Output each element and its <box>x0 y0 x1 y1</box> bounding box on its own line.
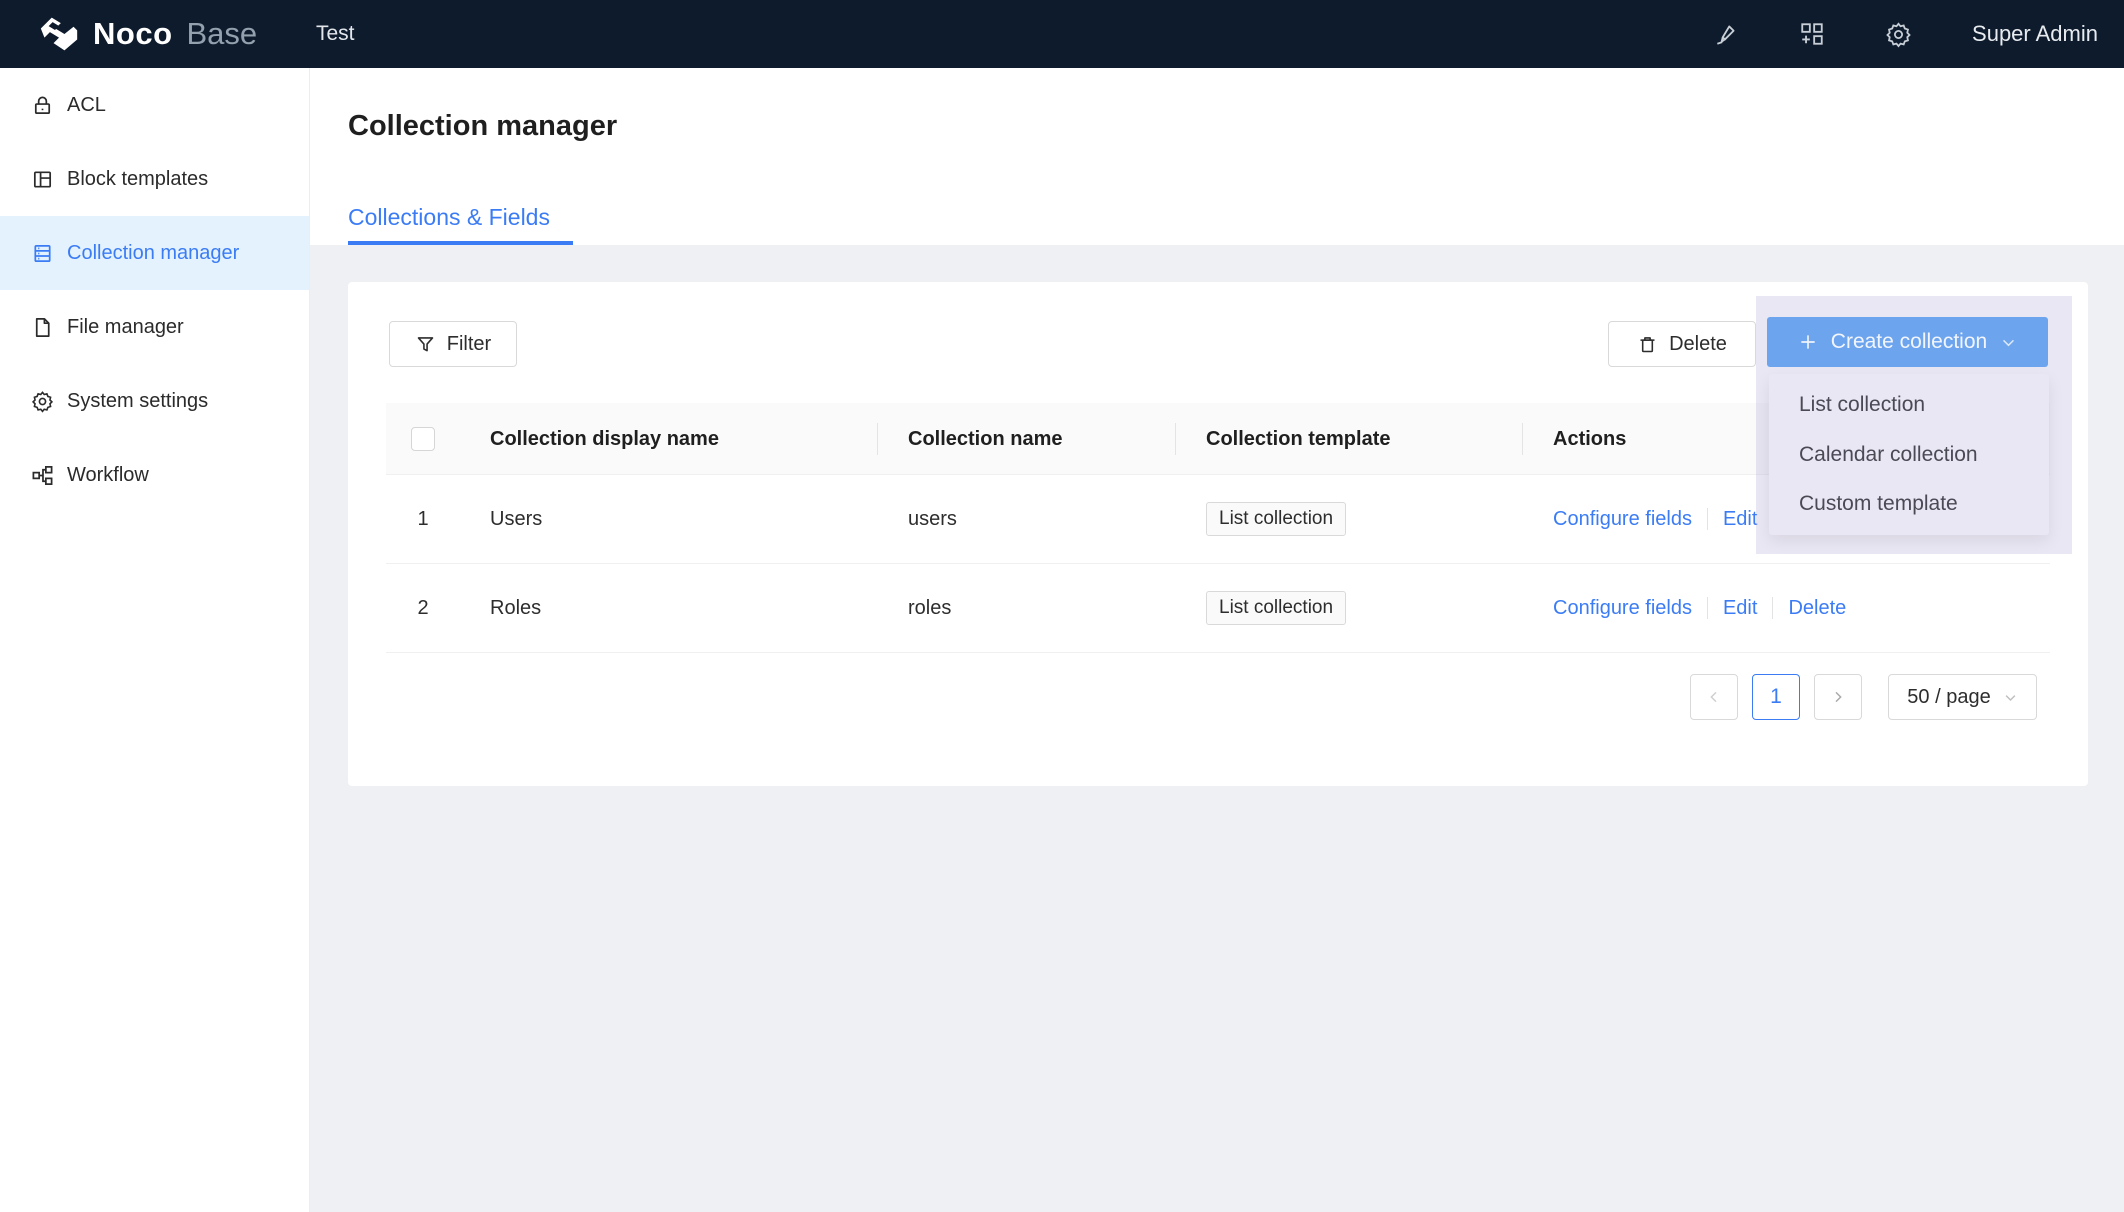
appstore-add-icon[interactable] <box>1799 21 1825 47</box>
brand-name-light: Base <box>187 16 258 52</box>
next-page-button[interactable] <box>1814 674 1862 720</box>
previous-page-button[interactable] <box>1690 674 1738 720</box>
column-header-name: Collection name <box>878 403 1176 475</box>
template-tag: List collection <box>1206 502 1346 536</box>
tab-collections-and-fields[interactable]: Collections & Fields <box>348 204 550 231</box>
action-divider <box>1772 597 1773 619</box>
chevron-down-icon <box>2003 690 2018 705</box>
chevron-down-icon <box>2000 334 2017 351</box>
sidebar-item-file-manager[interactable]: File manager <box>0 290 309 364</box>
cell-actions: Configure fields Edit Delete <box>1523 597 2050 620</box>
cell-display-name: Users <box>460 508 878 531</box>
sidebar-item-collection-manager[interactable]: Collection manager <box>0 216 309 290</box>
column-header-template: Collection template <box>1176 403 1523 475</box>
row-index: 2 <box>386 597 460 620</box>
active-tab-indicator <box>348 241 573 245</box>
edit-link[interactable]: Edit <box>1723 597 1757 620</box>
cell-template: List collection <box>1176 502 1523 536</box>
page-number-button[interactable]: 1 <box>1752 674 1800 720</box>
row-index: 1 <box>386 508 460 531</box>
main-content: Collection manager Collections & Fields … <box>310 68 2124 1212</box>
topbar-menu-item-test[interactable]: Test <box>306 22 365 45</box>
topbar-right: Super Admin <box>1713 0 2098 68</box>
chevron-left-icon <box>1706 689 1722 705</box>
configure-fields-link[interactable]: Configure fields <box>1553 597 1692 620</box>
column-header-display-name: Collection display name <box>460 403 878 475</box>
sidebar-item-label: Workflow <box>67 464 149 487</box>
file-icon <box>31 316 54 339</box>
sidebar-item-label: Block templates <box>67 168 208 191</box>
sidebar-item-label: System settings <box>67 390 208 413</box>
cell-template: List collection <box>1176 591 1523 625</box>
sidebar-item-acl[interactable]: ACL <box>0 68 309 142</box>
user-menu[interactable]: Super Admin <box>1972 21 2098 47</box>
template-tag: List collection <box>1206 591 1346 625</box>
page-size-value: 50 / page <box>1907 686 1990 709</box>
menu-item-calendar-collection[interactable]: Calendar collection <box>1769 430 2049 480</box>
action-divider <box>1707 508 1708 530</box>
select-all-cell <box>386 403 460 475</box>
delete-button-label: Delete <box>1669 333 1727 356</box>
action-divider <box>1707 597 1708 619</box>
filter-icon <box>415 334 436 355</box>
gear-icon <box>31 390 54 413</box>
configure-fields-link[interactable]: Configure fields <box>1553 508 1692 531</box>
cell-name: users <box>878 508 1176 531</box>
plus-icon <box>1798 332 1818 352</box>
sidebar: ACL Block templates Collection manager F… <box>0 68 310 1212</box>
select-all-checkbox[interactable] <box>411 427 435 451</box>
trash-icon <box>1637 334 1658 355</box>
sidebar-item-label: File manager <box>67 316 184 339</box>
page-header: Collection manager Collections & Fields <box>310 68 2124 245</box>
edit-link[interactable]: Edit <box>1723 508 1757 531</box>
sidebar-item-system-settings[interactable]: System settings <box>0 364 309 438</box>
brand[interactable]: Noco Base <box>0 14 306 54</box>
layout-icon <box>31 168 54 191</box>
delete-button[interactable]: Delete <box>1608 321 1756 367</box>
highlighter-icon[interactable] <box>1713 21 1739 47</box>
pagination: 1 50 / page <box>1690 674 2037 720</box>
filter-button-label: Filter <box>447 333 491 356</box>
app-window: Noco Base Test Super Admin <box>0 0 2124 1212</box>
page-size-select[interactable]: 50 / page <box>1888 674 2037 720</box>
lock-icon <box>31 94 54 117</box>
create-collection-label: Create collection <box>1831 330 1987 354</box>
sidebar-item-workflow[interactable]: Workflow <box>0 438 309 512</box>
filter-button[interactable]: Filter <box>389 321 517 367</box>
topbar-menu: Test <box>306 22 365 46</box>
table-row: 2 Roles roles List collection Configure … <box>386 564 2050 653</box>
collections-icon <box>31 242 54 265</box>
sidebar-item-label: Collection manager <box>67 242 239 265</box>
topbar: Noco Base Test Super Admin <box>0 0 2124 68</box>
cell-name: roles <box>878 597 1176 620</box>
gear-icon[interactable] <box>1885 21 1912 48</box>
menu-item-list-collection[interactable]: List collection <box>1769 380 2049 430</box>
delete-link[interactable]: Delete <box>1788 597 1846 620</box>
sidebar-item-label: ACL <box>67 94 106 117</box>
page-title: Collection manager <box>348 110 617 143</box>
sidebar-item-block-templates[interactable]: Block templates <box>0 142 309 216</box>
chevron-right-icon <box>1830 689 1846 705</box>
workflow-icon <box>31 464 54 487</box>
menu-item-custom-template[interactable]: Custom template <box>1769 479 2049 529</box>
create-collection-dropdown: List collection Calendar collection Cust… <box>1769 374 2049 535</box>
cell-display-name: Roles <box>460 597 878 620</box>
brand-name-bold: Noco <box>93 16 173 52</box>
nocobase-logo-icon <box>37 14 81 54</box>
create-collection-button[interactable]: Create collection <box>1767 317 2048 367</box>
